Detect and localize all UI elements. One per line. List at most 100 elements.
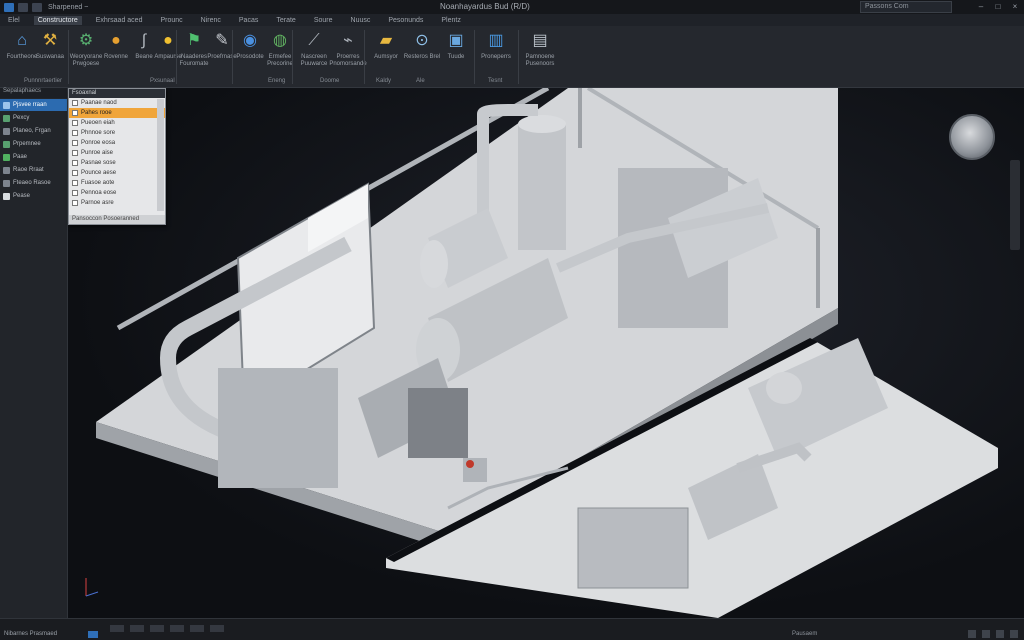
status-bar: Nibarnes Prasmaed Pausaem: [0, 618, 1024, 640]
status-button[interactable]: [996, 630, 1004, 638]
checkbox[interactable]: [72, 120, 78, 126]
dropdown-row[interactable]: Pounce aese: [69, 168, 165, 178]
dropdown-row-label: Pounce aese: [81, 170, 117, 176]
status-toggle[interactable]: [210, 625, 224, 632]
ribbon-button[interactable]: ▣ Tuude: [434, 30, 478, 74]
checkbox[interactable]: [72, 200, 78, 206]
person-wrench-icon: ⚒: [42, 32, 58, 49]
checkbox[interactable]: [72, 110, 78, 116]
checkbox[interactable]: [72, 160, 78, 166]
tab-item[interactable]: Prounc: [156, 16, 186, 25]
quick-access-label[interactable]: Sharpened ~: [48, 4, 88, 11]
checkbox[interactable]: [72, 190, 78, 196]
tank: [518, 124, 566, 250]
dropdown-row[interactable]: Ponroe eosa: [69, 138, 165, 148]
browser-item[interactable]: Paae: [0, 151, 67, 163]
undo-icon[interactable]: [32, 2, 42, 12]
tab-item[interactable]: Elel: [4, 16, 24, 25]
ribbon-button[interactable]: ▥ Proneperrs: [474, 30, 518, 74]
browser-item[interactable]: Pexcy: [0, 112, 67, 124]
tank-top: [518, 115, 566, 133]
viewcube-icon[interactable]: [949, 114, 995, 160]
dropdown-row-selected[interactable]: Pahes rooe: [69, 108, 165, 118]
dropdown-row[interactable]: Punroe aise: [69, 148, 165, 158]
status-toggle[interactable]: [110, 625, 124, 632]
dropdown-row[interactable]: Pennoa eose: [69, 188, 165, 198]
node-icon: [3, 179, 10, 187]
ribbon-tabs: Elel Constructore Exhrsaad aced Prounc N…: [0, 14, 1024, 26]
app-menu-icon[interactable]: [4, 2, 14, 12]
dropdown-header: Fsoaxnal: [69, 89, 165, 98]
checkbox[interactable]: [72, 130, 78, 136]
tab-item[interactable]: Soure: [310, 16, 337, 25]
maximize-icon[interactable]: □: [993, 2, 1003, 11]
node-icon: [3, 114, 10, 122]
browser-item[interactable]: Pease: [0, 190, 67, 202]
browser-item[interactable]: Prpemnee: [0, 138, 67, 150]
dropdown-row[interactable]: Phnnoe sore: [69, 128, 165, 138]
tab-item[interactable]: Pacas: [235, 16, 262, 25]
browser-item-label: Prpemnee: [13, 141, 41, 147]
layer-dropdown[interactable]: Fsoaxnal Paanae naod Pahes rooe Pueoen e…: [68, 88, 166, 225]
dropdown-scrollbar[interactable]: [157, 99, 164, 211]
dropdown-row-label: Pueoen eiah: [81, 120, 115, 126]
dropdown-row[interactable]: Pueoen eiah: [69, 118, 165, 128]
checkbox[interactable]: [72, 140, 78, 146]
dropdown-row-label: Pasnae sose: [81, 160, 116, 166]
browser-item[interactable]: Planeo, Frgan: [0, 125, 67, 137]
window-title: Noanhayardus Bud (R/D): [440, 2, 530, 11]
tab-item[interactable]: Plentz: [437, 16, 464, 25]
alarm-indicator: [466, 460, 474, 468]
dropdown-row-label: Punroe aise: [81, 150, 114, 156]
tab-item[interactable]: Nirenc: [197, 16, 225, 25]
tab-item[interactable]: Terate: [272, 16, 299, 25]
browser-item-label: Pease: [13, 193, 31, 199]
checkbox[interactable]: [72, 150, 78, 156]
ribbon-group-label: Pxsunaal: [150, 78, 175, 84]
save-icon[interactable]: [18, 2, 28, 12]
close-icon[interactable]: ×: [1010, 2, 1020, 11]
status-toggle[interactable]: [190, 625, 204, 632]
minimize-icon[interactable]: –: [976, 2, 986, 11]
plant-model: [85, 88, 998, 618]
dropdown-row[interactable]: Pasnae sose: [69, 158, 165, 168]
dropdown-row[interactable]: Parnoe asre: [69, 198, 165, 208]
chart-icon: ▥: [488, 32, 504, 49]
tab-item[interactable]: Pesonunds: [384, 16, 427, 25]
dropdown-row[interactable]: Fuasoe aote: [69, 178, 165, 188]
status-button[interactable]: [968, 630, 976, 638]
magnifier-icon: ⊙: [415, 32, 429, 49]
browser-item-label: Fteaeo Rasoe: [13, 180, 51, 186]
ribbon-group-label: Kaldy: [376, 78, 392, 84]
status-button[interactable]: [1010, 630, 1018, 638]
ribbon-group-label: Tesnt: [488, 78, 503, 84]
model-browser: Sepalaphaecs Pjsvee rraan Pexcy Planeo, …: [0, 88, 68, 618]
tab-item[interactable]: Exhrsaad aced: [92, 16, 147, 25]
navigation-bar[interactable]: [1010, 160, 1020, 250]
ribbon-group-label: Eneng: [268, 78, 286, 84]
node-icon: [3, 140, 10, 148]
checkbox[interactable]: [72, 100, 78, 106]
skid: [218, 368, 338, 488]
status-toggle[interactable]: [130, 625, 144, 632]
tab-item-active[interactable]: Constructore: [33, 15, 82, 25]
search-input[interactable]: Passons Com: [860, 1, 952, 13]
status-button[interactable]: [982, 630, 990, 638]
status-toggle[interactable]: [170, 625, 184, 632]
browser-item[interactable]: Raoe Rraat: [0, 164, 67, 176]
title-bar: Sharpened ~ Noanhayardus Bud (R/D) Passo…: [0, 0, 1024, 14]
browser-item[interactable]: Fteaeo Rasoe: [0, 177, 67, 189]
checkbox[interactable]: [72, 180, 78, 186]
browser-item[interactable]: Pjsvee rraan: [0, 99, 67, 111]
browser-header: Sepalaphaecs: [0, 88, 67, 98]
checkbox[interactable]: [72, 170, 78, 176]
progress-indicator: [88, 631, 98, 638]
cabinet: [408, 388, 468, 458]
ribbon-button[interactable]: ▤ Pamnoene Pusenoors: [518, 30, 562, 74]
vessel-end: [420, 240, 448, 288]
status-toggle[interactable]: [150, 625, 164, 632]
dropdown-row-label: Fuasoe aote: [81, 180, 115, 186]
3d-viewport[interactable]: [68, 88, 1024, 618]
tab-item[interactable]: Nuusc: [347, 16, 375, 25]
dropdown-row[interactable]: Paanae naod: [69, 98, 165, 108]
